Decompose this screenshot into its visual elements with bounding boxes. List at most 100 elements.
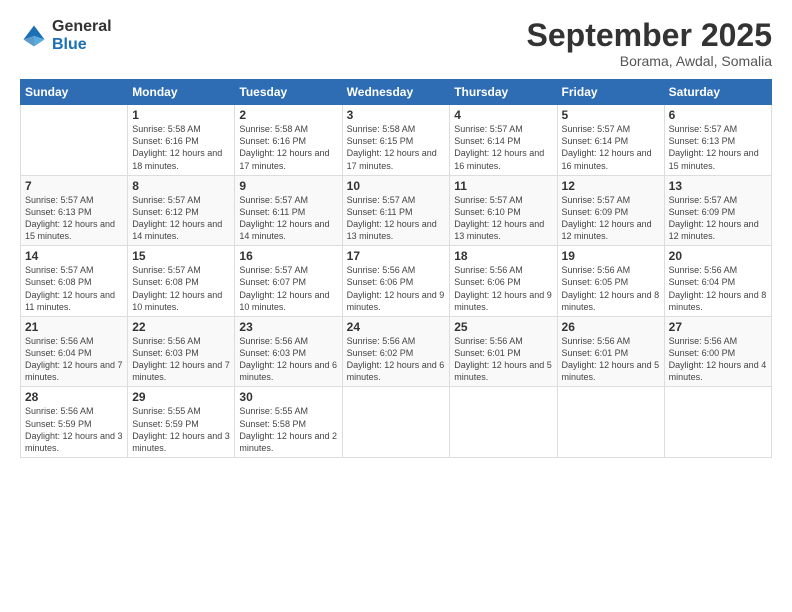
day-info: Sunrise: 5:56 AM Sunset: 5:59 PM Dayligh… <box>25 405 123 454</box>
calendar-cell: 14Sunrise: 5:57 AM Sunset: 6:08 PM Dayli… <box>21 246 128 317</box>
day-info: Sunrise: 5:57 AM Sunset: 6:11 PM Dayligh… <box>239 194 337 243</box>
calendar-cell: 7Sunrise: 5:57 AM Sunset: 6:13 PM Daylig… <box>21 175 128 246</box>
location-subtitle: Borama, Awdal, Somalia <box>527 53 772 69</box>
day-number: 2 <box>239 108 337 122</box>
calendar-cell <box>557 387 664 458</box>
calendar-cell: 17Sunrise: 5:56 AM Sunset: 6:06 PM Dayli… <box>342 246 450 317</box>
calendar-cell <box>342 387 450 458</box>
day-number: 18 <box>454 249 552 263</box>
header-saturday: Saturday <box>664 80 771 105</box>
day-number: 20 <box>669 249 767 263</box>
calendar-cell: 9Sunrise: 5:57 AM Sunset: 6:11 PM Daylig… <box>235 175 342 246</box>
day-info: Sunrise: 5:56 AM Sunset: 6:01 PM Dayligh… <box>562 335 660 384</box>
day-number: 22 <box>132 320 230 334</box>
day-info: Sunrise: 5:56 AM Sunset: 6:03 PM Dayligh… <box>132 335 230 384</box>
calendar-cell: 22Sunrise: 5:56 AM Sunset: 6:03 PM Dayli… <box>128 316 235 387</box>
day-number: 16 <box>239 249 337 263</box>
header-wednesday: Wednesday <box>342 80 450 105</box>
day-info: Sunrise: 5:57 AM Sunset: 6:13 PM Dayligh… <box>25 194 123 243</box>
day-info: Sunrise: 5:56 AM Sunset: 6:03 PM Dayligh… <box>239 335 337 384</box>
logo-blue-text: Blue <box>52 36 112 54</box>
month-title: September 2025 <box>527 18 772 53</box>
day-info: Sunrise: 5:57 AM Sunset: 6:14 PM Dayligh… <box>454 123 552 172</box>
calendar-cell: 10Sunrise: 5:57 AM Sunset: 6:11 PM Dayli… <box>342 175 450 246</box>
week-row-3: 21Sunrise: 5:56 AM Sunset: 6:04 PM Dayli… <box>21 316 772 387</box>
calendar-cell: 16Sunrise: 5:57 AM Sunset: 6:07 PM Dayli… <box>235 246 342 317</box>
day-number: 29 <box>132 390 230 404</box>
day-info: Sunrise: 5:56 AM Sunset: 6:01 PM Dayligh… <box>454 335 552 384</box>
calendar-cell <box>450 387 557 458</box>
day-info: Sunrise: 5:56 AM Sunset: 6:06 PM Dayligh… <box>454 264 552 313</box>
title-block: September 2025 Borama, Awdal, Somalia <box>527 18 772 69</box>
day-number: 28 <box>25 390 123 404</box>
day-number: 9 <box>239 179 337 193</box>
calendar-cell: 18Sunrise: 5:56 AM Sunset: 6:06 PM Dayli… <box>450 246 557 317</box>
header-sunday: Sunday <box>21 80 128 105</box>
week-row-4: 28Sunrise: 5:56 AM Sunset: 5:59 PM Dayli… <box>21 387 772 458</box>
day-info: Sunrise: 5:57 AM Sunset: 6:08 PM Dayligh… <box>25 264 123 313</box>
calendar-cell: 24Sunrise: 5:56 AM Sunset: 6:02 PM Dayli… <box>342 316 450 387</box>
calendar-cell: 8Sunrise: 5:57 AM Sunset: 6:12 PM Daylig… <box>128 175 235 246</box>
day-info: Sunrise: 5:58 AM Sunset: 6:15 PM Dayligh… <box>347 123 446 172</box>
day-number: 3 <box>347 108 446 122</box>
calendar-cell: 2Sunrise: 5:58 AM Sunset: 6:16 PM Daylig… <box>235 105 342 176</box>
header-monday: Monday <box>128 80 235 105</box>
day-info: Sunrise: 5:57 AM Sunset: 6:09 PM Dayligh… <box>562 194 660 243</box>
calendar-cell: 29Sunrise: 5:55 AM Sunset: 5:59 PM Dayli… <box>128 387 235 458</box>
day-info: Sunrise: 5:55 AM Sunset: 5:58 PM Dayligh… <box>239 405 337 454</box>
calendar-table: Sunday Monday Tuesday Wednesday Thursday… <box>20 79 772 458</box>
calendar-cell <box>21 105 128 176</box>
day-number: 14 <box>25 249 123 263</box>
day-info: Sunrise: 5:57 AM Sunset: 6:09 PM Dayligh… <box>669 194 767 243</box>
day-info: Sunrise: 5:58 AM Sunset: 6:16 PM Dayligh… <box>239 123 337 172</box>
logo-icon <box>20 22 48 50</box>
calendar-cell: 15Sunrise: 5:57 AM Sunset: 6:08 PM Dayli… <box>128 246 235 317</box>
day-number: 11 <box>454 179 552 193</box>
header-tuesday: Tuesday <box>235 80 342 105</box>
day-info: Sunrise: 5:56 AM Sunset: 6:04 PM Dayligh… <box>669 264 767 313</box>
calendar-cell: 20Sunrise: 5:56 AM Sunset: 6:04 PM Dayli… <box>664 246 771 317</box>
day-number: 17 <box>347 249 446 263</box>
day-info: Sunrise: 5:56 AM Sunset: 6:02 PM Dayligh… <box>347 335 446 384</box>
day-number: 10 <box>347 179 446 193</box>
calendar-cell: 12Sunrise: 5:57 AM Sunset: 6:09 PM Dayli… <box>557 175 664 246</box>
calendar-cell: 23Sunrise: 5:56 AM Sunset: 6:03 PM Dayli… <box>235 316 342 387</box>
day-number: 4 <box>454 108 552 122</box>
day-number: 5 <box>562 108 660 122</box>
calendar-cell: 3Sunrise: 5:58 AM Sunset: 6:15 PM Daylig… <box>342 105 450 176</box>
calendar-cell: 25Sunrise: 5:56 AM Sunset: 6:01 PM Dayli… <box>450 316 557 387</box>
week-row-2: 14Sunrise: 5:57 AM Sunset: 6:08 PM Dayli… <box>21 246 772 317</box>
day-number: 1 <box>132 108 230 122</box>
header-friday: Friday <box>557 80 664 105</box>
day-info: Sunrise: 5:57 AM Sunset: 6:14 PM Dayligh… <box>562 123 660 172</box>
day-number: 30 <box>239 390 337 404</box>
day-info: Sunrise: 5:55 AM Sunset: 5:59 PM Dayligh… <box>132 405 230 454</box>
day-number: 13 <box>669 179 767 193</box>
logo-general-text: General <box>52 18 112 36</box>
day-number: 19 <box>562 249 660 263</box>
day-number: 26 <box>562 320 660 334</box>
calendar-cell: 13Sunrise: 5:57 AM Sunset: 6:09 PM Dayli… <box>664 175 771 246</box>
day-number: 23 <box>239 320 337 334</box>
calendar-cell: 26Sunrise: 5:56 AM Sunset: 6:01 PM Dayli… <box>557 316 664 387</box>
day-number: 12 <box>562 179 660 193</box>
day-number: 8 <box>132 179 230 193</box>
day-number: 24 <box>347 320 446 334</box>
day-info: Sunrise: 5:57 AM Sunset: 6:08 PM Dayligh… <box>132 264 230 313</box>
calendar-cell: 27Sunrise: 5:56 AM Sunset: 6:00 PM Dayli… <box>664 316 771 387</box>
calendar-cell: 28Sunrise: 5:56 AM Sunset: 5:59 PM Dayli… <box>21 387 128 458</box>
day-info: Sunrise: 5:56 AM Sunset: 6:04 PM Dayligh… <box>25 335 123 384</box>
calendar-cell: 6Sunrise: 5:57 AM Sunset: 6:13 PM Daylig… <box>664 105 771 176</box>
calendar-cell: 1Sunrise: 5:58 AM Sunset: 6:16 PM Daylig… <box>128 105 235 176</box>
day-info: Sunrise: 5:57 AM Sunset: 6:12 PM Dayligh… <box>132 194 230 243</box>
header-thursday: Thursday <box>450 80 557 105</box>
day-info: Sunrise: 5:57 AM Sunset: 6:10 PM Dayligh… <box>454 194 552 243</box>
day-info: Sunrise: 5:56 AM Sunset: 6:00 PM Dayligh… <box>669 335 767 384</box>
day-number: 7 <box>25 179 123 193</box>
calendar-cell: 5Sunrise: 5:57 AM Sunset: 6:14 PM Daylig… <box>557 105 664 176</box>
week-row-0: 1 Sunrise: 5:58 AM Sunset: 6:16 PM Daylig… <box>21 105 772 176</box>
day-info: Sunrise: 5:56 AM Sunset: 6:06 PM Dayligh… <box>347 264 446 313</box>
logo: General Blue <box>20 18 112 53</box>
day-info: Sunrise: 5:57 AM Sunset: 6:13 PM Dayligh… <box>669 123 767 172</box>
calendar-cell: 19Sunrise: 5:56 AM Sunset: 6:05 PM Dayli… <box>557 246 664 317</box>
